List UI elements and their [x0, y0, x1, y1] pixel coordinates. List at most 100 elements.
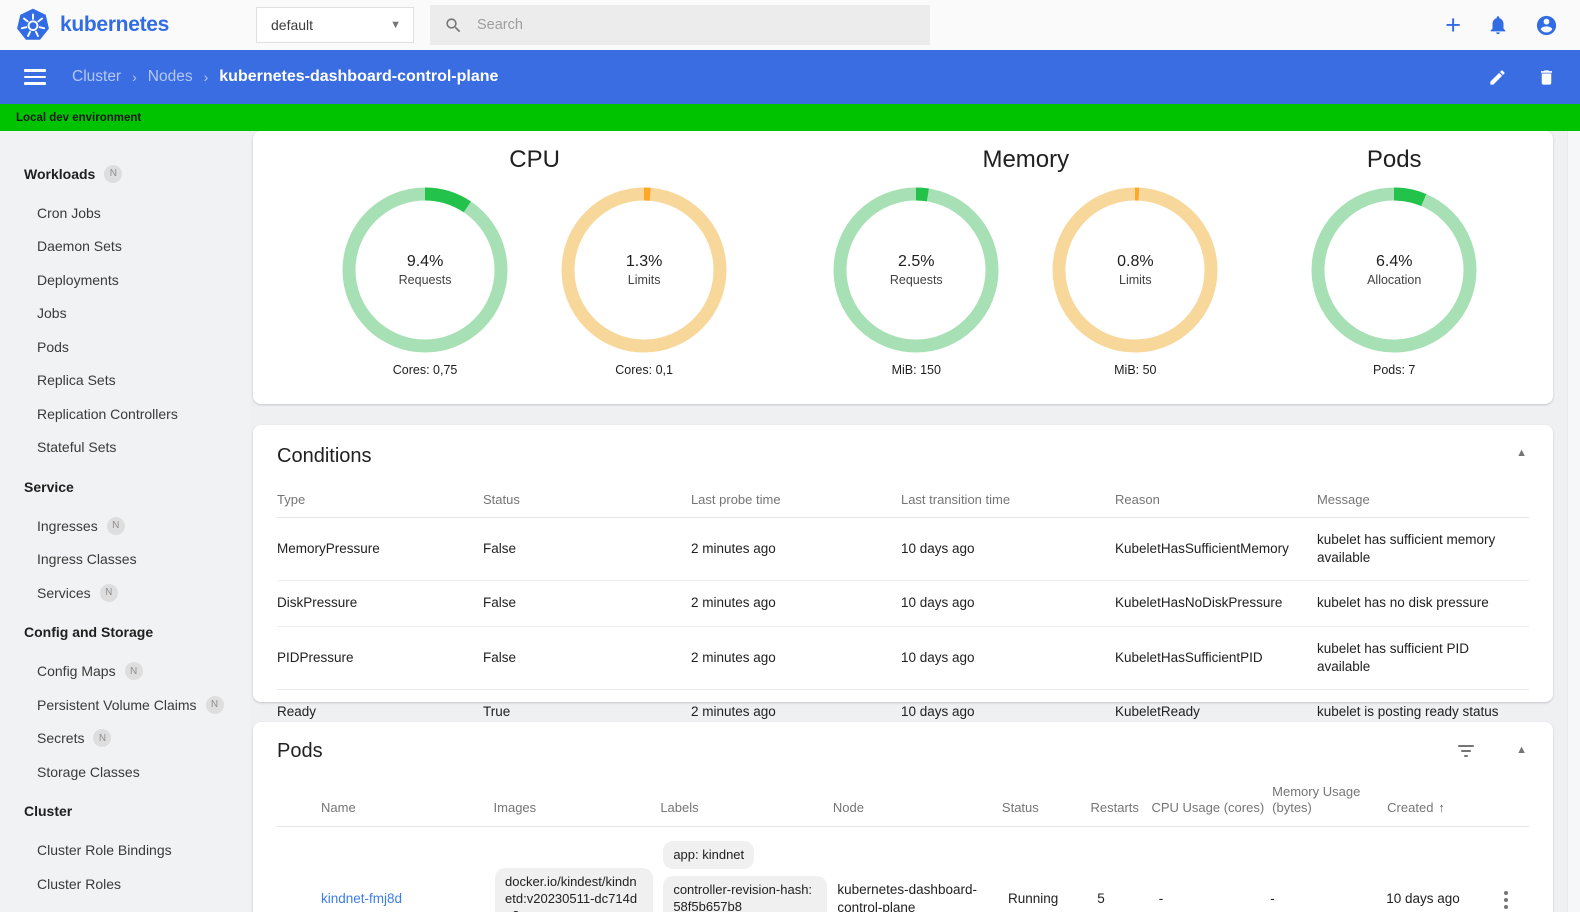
sidebar-item-deployments[interactable]: Deployments [0, 263, 250, 297]
image-chip: docker.io/kindest/kindnetd:v20230511-dc7… [495, 867, 654, 912]
namespaced-badge: N [93, 729, 112, 748]
scrollbar[interactable] [1567, 131, 1580, 912]
cell-status: False [482, 595, 516, 611]
column-header-message: Message [1316, 492, 1370, 507]
pod-name-link[interactable]: kindnet-fmj8d [321, 891, 402, 906]
memory-requests-donut: 2.5% Requests MiB: 150 [833, 187, 999, 377]
cell-last-transition: 10 days ago [900, 649, 975, 665]
cell-type: DiskPressure [277, 595, 358, 611]
table-row: PIDPressure False 2 minutes ago 10 days … [277, 627, 1529, 691]
breadcrumb-separator: › [203, 69, 209, 85]
column-header-last-transition-time: Last transition time [900, 492, 1011, 507]
column-header-type: Type [277, 492, 306, 507]
cell-message: kubelet has sufficient memory available [1316, 532, 1496, 566]
sidebar-item-daemon-sets[interactable]: Daemon Sets [0, 230, 250, 264]
conditions-title: Conditions [277, 445, 372, 467]
pods-card: Pods ▲ Name Images Labels Node Status Re… [253, 722, 1553, 912]
row-actions-menu-icon[interactable] [1493, 889, 1519, 910]
sidebar-item-replica-sets[interactable]: Replica Sets [0, 364, 250, 398]
cell-last-transition: 10 days ago [900, 541, 975, 557]
user-account-icon[interactable] [1535, 14, 1558, 37]
sidebar-section-workloads[interactable]: Workloads N [0, 157, 250, 190]
allocation-charts-card: CPU 9.4% Requests Cores: 0,75 1.3% Limit… [253, 131, 1553, 404]
delete-trash-icon[interactable] [1537, 68, 1556, 87]
environment-banner: Local dev environment [0, 104, 1580, 131]
notifications-bell-icon[interactable] [1487, 14, 1509, 36]
pods-table-header: Name Images Labels Node Status Restarts … [277, 775, 1529, 827]
sidebar-nav: Workloads N Cron Jobs Daemon Sets Deploy… [0, 131, 250, 912]
filter-icon[interactable] [1458, 742, 1475, 757]
collapse-arrow-icon[interactable]: ▲ [1516, 744, 1527, 756]
sidebar-section-service[interactable]: Service [0, 470, 250, 503]
donut-percent: 1.3% [625, 253, 663, 270]
cell-type: PIDPressure [277, 649, 354, 665]
memory-limits-donut: 0.8% Limits MiB: 50 [1052, 187, 1218, 377]
menu-hamburger-icon[interactable] [24, 69, 46, 85]
donut-label: Allocation [1367, 273, 1422, 287]
namespaced-badge: N [124, 662, 143, 681]
namespace-selector[interactable]: default ▼ [256, 7, 414, 43]
sidebar-item-cron-jobs[interactable]: Cron Jobs [0, 196, 250, 230]
kubernetes-logo[interactable]: kubernetes [0, 8, 250, 42]
donut-percent: 0.8% [1117, 253, 1154, 270]
column-header-created[interactable]: Created ↑ [1387, 775, 1493, 826]
sidebar-item-cluster-roles[interactable]: Cluster Roles [0, 867, 250, 901]
sidebar-item-persistent-volume-claims[interactable]: Persistent Volume Claims N [0, 688, 250, 722]
donut-label: Requests [398, 273, 452, 287]
collapse-arrow-icon[interactable]: ▲ [1516, 447, 1527, 459]
chevron-down-icon: ▼ [390, 19, 401, 31]
cell-last-probe: 2 minutes ago [690, 541, 776, 557]
column-header-cpu-usage: CPU Usage (cores) [1151, 800, 1265, 816]
sidebar-item-ingresses[interactable]: Ingresses N [0, 509, 250, 543]
pods-title: Pods [277, 740, 323, 762]
sidebar-item-config-maps[interactable]: Config Maps N [0, 655, 250, 689]
labels-cell: app: kindnet controller-revision-hash: 5… [663, 827, 837, 912]
sidebar-item-pods[interactable]: Pods [0, 330, 250, 364]
column-header-actions [1493, 775, 1529, 826]
cell-last-transition: 10 days ago [900, 595, 975, 611]
sidebar-item-services[interactable]: Services N [0, 576, 250, 610]
column-header-status-icon [277, 775, 321, 826]
sidebar-item-jobs[interactable]: Jobs [0, 297, 250, 331]
cpu-chart-title: CPU [509, 146, 560, 173]
namespaced-badge: N [104, 164, 123, 183]
sidebar-item-ingress-classes[interactable]: Ingress Classes [0, 543, 250, 577]
sidebar-item-stateful-sets[interactable]: Stateful Sets [0, 431, 250, 465]
cell-last-probe: 2 minutes ago [690, 649, 776, 665]
sidebar-section-cluster[interactable]: Cluster [0, 795, 250, 828]
namespaced-badge: N [99, 583, 118, 602]
search-input[interactable] [477, 17, 916, 33]
environment-banner-text: Local dev environment [16, 111, 142, 124]
sidebar-item-cluster-role-bindings[interactable]: Cluster Role Bindings [0, 834, 250, 868]
breadcrumb-toolbar: Cluster › Nodes › kubernetes-dashboard-c… [0, 50, 1580, 104]
pods-chart-group: Pods 6.4% Allocation Pods: 7 [1271, 141, 1517, 377]
sidebar-item-replication-controllers[interactable]: Replication Controllers [0, 397, 250, 431]
donut-percent: 9.4% [406, 253, 444, 270]
column-header-labels: Labels [660, 800, 699, 816]
create-resource-button[interactable]: + [1445, 11, 1461, 39]
sidebar-section-config-storage[interactable]: Config and Storage [0, 616, 250, 649]
donut-caption: MiB: 50 [1114, 363, 1157, 377]
pods-chart-title: Pods [1366, 146, 1422, 173]
namespaced-badge: N [106, 516, 125, 535]
column-header-images[interactable]: Images [494, 775, 661, 826]
sidebar-item-storage-classes[interactable]: Storage Classes [0, 755, 250, 789]
app-header: kubernetes default ▼ + [0, 0, 1580, 50]
cpu-limits-donut: 1.3% Limits Cores: 0,1 [561, 187, 727, 377]
cell-restarts: 5 [1097, 891, 1105, 907]
sidebar-item-secrets[interactable]: Secrets N [0, 722, 250, 756]
breadcrumb-nodes[interactable]: Nodes [148, 68, 193, 86]
column-header-status[interactable]: Status [1002, 775, 1091, 826]
edit-pencil-icon[interactable] [1488, 68, 1507, 87]
pods-allocation-donut: 6.4% Allocation Pods: 7 [1311, 187, 1477, 377]
column-header-restarts[interactable]: Restarts [1090, 775, 1151, 826]
donut-percent: 2.5% [898, 253, 935, 270]
cell-created: 10 days ago [1386, 891, 1460, 907]
column-header-name[interactable]: Name [321, 775, 494, 826]
breadcrumb-cluster[interactable]: Cluster [72, 68, 121, 86]
table-row: MemoryPressure False 2 minutes ago 10 da… [277, 518, 1529, 582]
search-bar[interactable] [430, 5, 930, 45]
column-header-node[interactable]: Node [833, 775, 1002, 826]
column-header-last-probe-time: Last probe time [690, 492, 781, 507]
label-chip: controller-revision-hash: 58f5b657b8 [663, 876, 828, 912]
